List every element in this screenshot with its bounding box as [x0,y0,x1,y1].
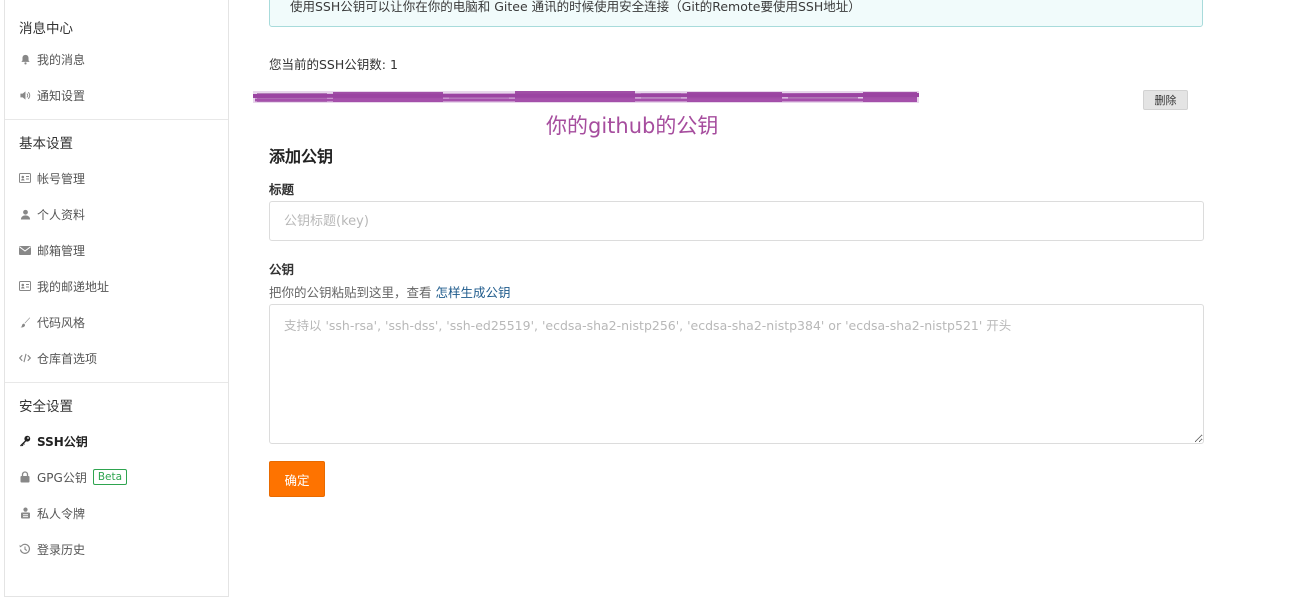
public-key-textarea[interactable] [269,304,1204,444]
sidebar-item-label: 私人令牌 [37,506,86,521]
sidebar-item-my-messages[interactable]: 我的消息 [5,41,228,77]
sidebar-item-label: 代码风格 [37,315,86,330]
redacted-key-scribble [253,91,919,103]
sidebar-item-repo-preferences[interactable]: 仓库首选项 [5,340,228,376]
code-icon [19,352,31,364]
sidebar-item-label: 仓库首选项 [37,351,98,366]
ssh-settings-page: 消息中心 我的消息 通知设置 基本设置 帐号管理 个人资料 邮箱管理 我的邮递地… [0,0,1310,597]
sidebar-group-title: 基本设置 [19,136,73,152]
token-icon [19,507,31,519]
ssh-key-count: 您当前的SSH公钥数: 1 [269,57,398,72]
sidebar-item-label: 我的邮递地址 [37,279,110,294]
sidebar-group-title: 消息中心 [19,21,73,37]
title-label: 标题 [269,182,295,197]
sidebar-item-label: 我的消息 [37,52,86,67]
sidebar-group-messages: 消息中心 我的消息 通知设置 [5,13,228,120]
sidebar-item-gpg-keys[interactable]: GPG公钥 Beta [5,459,228,495]
sidebar-item-label: 通知设置 [37,88,86,103]
lock-icon [19,471,31,483]
delete-key-button[interactable]: 删除 [1143,90,1188,110]
sidebar-item-notification-settings[interactable]: 通知设置 [5,77,228,113]
main-content: 使用SSH公钥可以让你在你的电脑和 Gitee 通讯的时候使用安全连接（Git的… [253,0,1204,597]
settings-sidebar: 消息中心 我的消息 通知设置 基本设置 帐号管理 个人资料 邮箱管理 我的邮递地… [4,0,229,597]
sidebar-group-security: 安全设置 SSH公钥 GPG公钥 Beta 私人令牌 登录历史 [5,387,228,573]
key-title-input[interactable] [269,201,1204,241]
sidebar-group-basic: 基本设置 帐号管理 个人资料 邮箱管理 我的邮递地址 代码风格 仓库首选项 [5,124,228,383]
beta-badge: Beta [92,469,128,485]
annotation-text: 你的github的公钥 [546,114,719,138]
add-key-heading: 添加公钥 [269,147,334,166]
sidebar-item-label: 个人资料 [37,207,86,222]
volume-icon [19,89,31,101]
sidebar-item-ssh-keys[interactable]: SSH公钥 [5,423,228,459]
sidebar-item-code-style[interactable]: 代码风格 [5,304,228,340]
brush-icon [19,316,31,328]
public-key-label: 公钥 [269,262,295,277]
id-card-icon [19,172,31,184]
sidebar-item-label: 帐号管理 [37,171,86,186]
sidebar-item-label: SSH公钥 [37,434,88,449]
sidebar-item-label: 登录历史 [37,542,86,557]
bell-icon [19,53,31,65]
ssh-info-notice: 使用SSH公钥可以让你在你的电脑和 Gitee 通讯的时候使用安全连接（Git的… [269,0,1203,27]
sidebar-item-email[interactable]: 邮箱管理 [5,232,228,268]
sidebar-item-account[interactable]: 帐号管理 [5,160,228,196]
how-to-generate-link[interactable]: 怎样生成公钥 [435,285,510,300]
sidebar-item-label: GPG公钥 [37,470,87,485]
envelope-icon [19,244,31,256]
key-hint: 把你的公钥粘贴到这里，查看 怎样生成公钥 [269,282,511,301]
sidebar-group-title: 安全设置 [19,399,73,415]
user-icon [19,208,31,220]
sidebar-item-login-history[interactable]: 登录历史 [5,531,228,567]
key-hint-text: 把你的公钥粘贴到这里，查看 [269,285,436,300]
address-card-icon [19,280,31,292]
history-icon [19,543,31,555]
sidebar-item-profile[interactable]: 个人资料 [5,196,228,232]
sidebar-item-label: 邮箱管理 [37,243,86,258]
key-icon [19,435,31,447]
ssh-key-row: 删除 [253,84,1203,114]
sidebar-item-mailing-address[interactable]: 我的邮递地址 [5,268,228,304]
sidebar-item-private-tokens[interactable]: 私人令牌 [5,495,228,531]
submit-button[interactable]: 确定 [269,461,325,497]
